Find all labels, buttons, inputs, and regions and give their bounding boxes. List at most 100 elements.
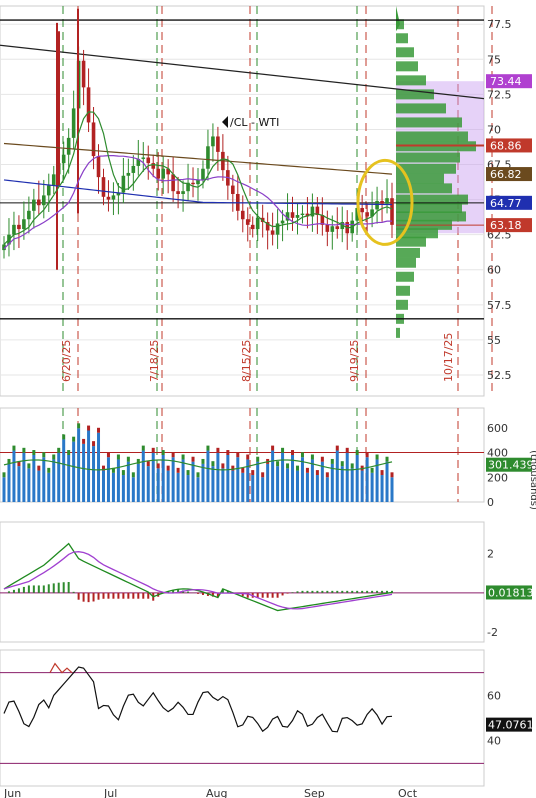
candle-body: [290, 212, 295, 218]
macd-histogram-bar: [321, 590, 324, 593]
candle-body: [181, 191, 185, 194]
volume-bar: [116, 459, 120, 502]
candle-body: [206, 146, 210, 169]
volume-profile-bar: [396, 103, 446, 114]
volume-profile-bar: [396, 247, 420, 258]
macd-histogram-bar: [17, 588, 20, 593]
rsi-badge-label: 47.0761: [488, 719, 534, 732]
candle-body: [101, 177, 106, 197]
volume-bar: [161, 455, 165, 502]
volume-bar: [276, 466, 280, 502]
volume-bar-top: [131, 472, 135, 478]
macd-histogram-bar: [102, 592, 105, 599]
volume-bar: [216, 452, 220, 502]
macd-histogram-bar: [92, 592, 95, 602]
macd-histogram-bar: [42, 585, 45, 593]
volume-bar: [77, 428, 81, 502]
candle-body: [81, 60, 86, 88]
volume-bar-top: [236, 452, 240, 458]
candle-body: [66, 137, 71, 155]
volume-bar-top: [166, 465, 170, 471]
volume-bar-top: [206, 445, 210, 451]
macd-histogram-bar: [301, 590, 304, 593]
macd-histogram-bar: [147, 592, 150, 599]
volume-bar: [196, 477, 200, 502]
candle-body: [37, 199, 41, 206]
candle-body: [86, 87, 91, 123]
volume-bar-top: [106, 452, 110, 458]
macd-histogram-bar: [122, 592, 125, 599]
volume-bar-top: [226, 450, 230, 455]
volume-bar-top: [340, 461, 344, 467]
volume-bar: [271, 450, 275, 502]
volume-bar: [27, 468, 31, 502]
volume-bar: [92, 446, 96, 502]
macd-histogram-bar: [37, 585, 40, 593]
volume-tick-label: 400: [487, 447, 508, 460]
volume-bar: [97, 432, 101, 502]
volume-bar-top: [126, 456, 130, 462]
macd-histogram-bar: [351, 590, 354, 593]
volume-bar: [52, 459, 56, 502]
macd-tick-label: -2: [487, 626, 498, 639]
macd-histogram-bar: [7, 591, 10, 593]
volume-bar: [126, 461, 130, 502]
volume-bar-top: [161, 450, 165, 455]
volume-bar: [111, 472, 115, 502]
macd-histogram-bar: [381, 590, 384, 593]
volume-bar: [385, 461, 389, 502]
vertical-date-label: 6/20/25: [60, 340, 73, 382]
volume-bar: [7, 463, 11, 502]
volume-bar: [365, 457, 369, 502]
macd-histogram-bar: [187, 591, 190, 593]
volume-bar: [201, 463, 205, 502]
volume-bar: [380, 475, 384, 502]
macd-histogram-bar: [52, 583, 55, 593]
macd-histogram-bar: [261, 592, 264, 598]
macd-histogram-bar: [296, 591, 299, 593]
candle-body: [375, 201, 379, 210]
volume-bar-top: [380, 470, 384, 476]
candle-body: [310, 206, 315, 217]
volume-bar: [211, 466, 215, 502]
volume-bar-top: [57, 447, 61, 453]
volume-bar-top: [261, 472, 265, 478]
volume-bar-top: [216, 447, 220, 453]
rsi-panel: 60 40 47.0761: [0, 649, 534, 787]
volume-bar-top: [97, 427, 101, 433]
volume-bar: [131, 477, 135, 502]
volume-bar-top: [256, 456, 260, 462]
macd-histogram-bar: [341, 590, 344, 593]
volume-bar-top: [42, 452, 46, 458]
candle-body: [71, 108, 76, 138]
volume-bar-top: [385, 456, 389, 462]
price-tick-label: 77.5: [487, 18, 512, 31]
macd-histogram-bar: [336, 590, 339, 593]
volume-bar-top: [320, 456, 324, 462]
macd-histogram-bar: [266, 592, 269, 598]
volume-bar-top: [27, 463, 31, 469]
macd-histogram-bar: [87, 592, 90, 603]
volume-bar: [330, 463, 334, 502]
volume-bar: [101, 470, 105, 502]
macd-histogram-bar: [107, 592, 110, 599]
volume-bar-top: [32, 450, 36, 455]
volume-badge-label: 301.439: [488, 459, 534, 472]
volume-bar-top: [181, 454, 185, 460]
price-tick-label: 57.5: [487, 299, 512, 312]
candle-body: [51, 174, 56, 186]
volume-bar-top: [196, 472, 200, 478]
volume-bar-top: [375, 454, 379, 460]
volume-bar-top: [87, 425, 91, 431]
macd-histogram-bar: [331, 590, 334, 593]
price-badge-label: 64.77: [490, 197, 522, 210]
volume-bar: [231, 470, 235, 502]
volume-bar: [106, 457, 110, 502]
volume-bar-top: [77, 423, 81, 429]
macd-histogram-bar: [62, 582, 65, 593]
volume-bar: [12, 450, 16, 502]
candle-body: [161, 168, 165, 179]
candle-body: [325, 224, 330, 232]
candle-body: [250, 224, 255, 230]
volume-bar: [340, 466, 344, 502]
